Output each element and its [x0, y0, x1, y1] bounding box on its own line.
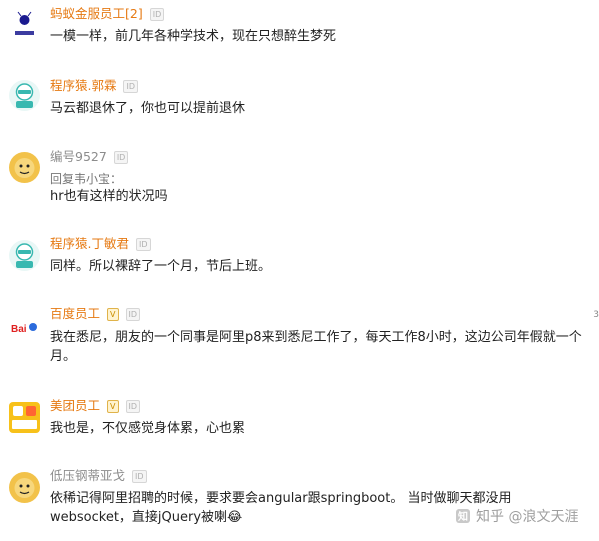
author-name[interactable]: 美团员工	[50, 398, 100, 414]
side-mark: 3	[593, 310, 599, 320]
reply-to-label[interactable]: 回复韦小宝：	[50, 171, 122, 187]
avatar[interactable]	[9, 402, 40, 433]
ant-logo-icon	[9, 10, 40, 41]
author-name[interactable]: 低压钢蒂亚戈	[50, 468, 125, 484]
comment-header: 美团员工 V ID	[50, 398, 141, 414]
author-name[interactable]: 程序猿.郭霖	[50, 78, 116, 94]
id-badge: ID	[125, 307, 141, 321]
svg-text:知: 知	[457, 510, 468, 523]
comment-header: 百度员工 V ID	[50, 306, 141, 322]
comment-header: 编号9527 ID	[50, 149, 129, 165]
avatar[interactable]	[9, 10, 40, 41]
id-badge: ID	[135, 237, 151, 251]
comment-text: 一模一样，前几年各种学技术，现在只想醉生梦死	[50, 29, 337, 44]
avatar[interactable]	[9, 152, 40, 183]
comment-item: 低压钢蒂亚戈 ID 依稀记得阿里招聘的时候，要求要会angular跟spring…	[0, 462, 599, 541]
comment-text: 马云都退休了，你也可以提前退休	[50, 101, 246, 116]
avatar[interactable]: Bai	[9, 312, 40, 343]
programmer-robot-icon	[9, 80, 40, 111]
meituan-logo-icon	[9, 402, 40, 433]
avatar[interactable]	[9, 472, 40, 503]
id-badge: ID	[123, 79, 139, 93]
comment-header: 程序猿.郭霖 ID	[50, 78, 139, 94]
comment-item: 程序猿.郭霖 ID 马云都退休了，你也可以提前退休	[0, 70, 599, 140]
comment-text: hr也有这样的状况吗	[50, 189, 168, 204]
comment-header: 程序猿.丁敏君 ID	[50, 236, 151, 252]
monkey-face-icon	[9, 152, 40, 183]
id-badge: ID	[125, 399, 141, 413]
comment-item: 蚂蚁金服员工[2] ID 一模一样，前几年各种学技术，现在只想醉生梦死	[0, 0, 599, 70]
avatar[interactable]	[9, 240, 40, 271]
watermark-text: 知乎 @浪文天涯	[476, 509, 579, 525]
verified-badge: V	[107, 399, 119, 413]
comment-text: 我也是，不仅感觉身体累，心也累	[50, 421, 246, 436]
id-badge: ID	[132, 469, 147, 483]
programmer-robot-icon	[9, 240, 40, 271]
comment-item: 编号9527 ID 回复韦小宝： hr也有这样的状况吗	[0, 140, 599, 230]
comment-list-page: 蚂蚁金服员工[2] ID 一模一样，前几年各种学技术，现在只想醉生梦死 程序猿.…	[0, 0, 599, 541]
comment-item: 美团员工 V ID 我也是，不仅感觉身体累，心也累	[0, 392, 599, 462]
baidu-logo-icon: Bai	[9, 312, 40, 343]
comment-item: 程序猿.丁敏君 ID 同样。所以裸辞了一个月，节后上班。	[0, 230, 599, 300]
monkey-face-icon	[9, 472, 40, 503]
id-badge: ID	[149, 7, 165, 21]
svg-text:Bai: Bai	[11, 324, 27, 335]
comment-header: 蚂蚁金服员工[2] ID	[50, 6, 165, 22]
author-name[interactable]: 程序猿.丁敏君	[50, 236, 129, 252]
comment-item: Bai 百度员工 V ID 我在悉尼，朋友的一个同事是阿里p8来到悉尼工作了，每…	[0, 300, 599, 392]
author-name[interactable]: 百度员工	[50, 306, 100, 322]
watermark: 知 知乎 @浪文天涯	[456, 505, 578, 527]
author-name[interactable]: 蚂蚁金服员工[2]	[50, 6, 143, 22]
author-name[interactable]: 编号9527	[50, 149, 107, 165]
verified-badge: V	[107, 307, 119, 321]
comment-header: 低压钢蒂亚戈 ID	[50, 468, 147, 484]
id-badge: ID	[113, 150, 129, 164]
comment-text: 同样。所以裸辞了一个月，节后上班。	[50, 259, 272, 274]
zhihu-logo-icon: 知	[456, 509, 470, 523]
avatar[interactable]	[9, 80, 40, 111]
comment-text: 我在悉尼，朋友的一个同事是阿里p8来到悉尼工作了，每天工作8小时，这边公司年假就…	[50, 330, 582, 364]
